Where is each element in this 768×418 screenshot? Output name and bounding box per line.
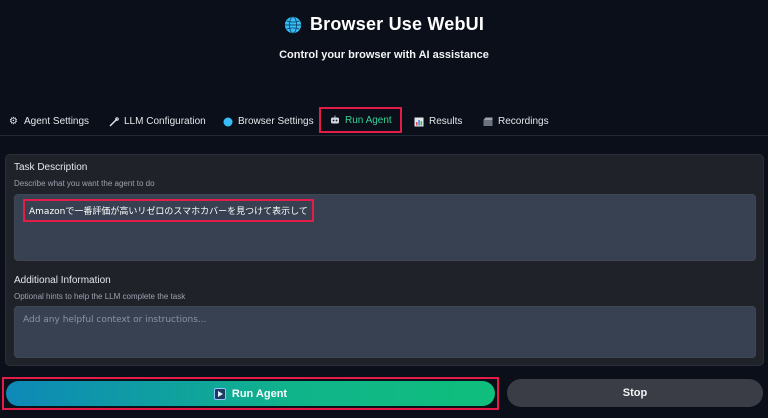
robot-icon <box>329 115 340 126</box>
stop-button[interactable]: Stop <box>507 379 763 407</box>
tab-agent-settings[interactable]: ⚙ Agent Settings <box>8 108 89 135</box>
globe-icon <box>222 116 233 127</box>
film-icon <box>482 116 493 127</box>
wrench-icon <box>108 116 119 127</box>
task-description-input[interactable]: Amazonで一番評価が高いリゼロのスマホカバーを見つけて表示して <box>14 194 756 261</box>
chart-icon <box>413 116 424 127</box>
tab-label: Browser Settings <box>238 116 314 127</box>
globe-icon <box>284 15 302 34</box>
additional-info-hint: Optional hints to help the LLM complete … <box>14 292 186 301</box>
run-agent-label: Run Agent <box>231 387 288 400</box>
app-subtitle: Control your browser with AI assistance <box>279 49 489 61</box>
tab-results[interactable]: Results <box>413 108 462 135</box>
gear-icon: ⚙ <box>9 116 18 127</box>
run-agent-button[interactable]: Run Agent <box>6 381 495 406</box>
tab-bar: ⚙ Agent Settings LLM Configuration Brows… <box>0 107 768 136</box>
tab-label: Run Agent <box>345 114 392 126</box>
tab-llm-configuration[interactable]: LLM Configuration <box>108 108 206 135</box>
tab-label: Recordings <box>498 116 549 127</box>
tab-recordings[interactable]: Recordings <box>482 108 549 135</box>
app-title: Browser Use WebUI <box>309 14 485 34</box>
play-icon <box>213 387 226 400</box>
tab-label: Agent Settings <box>24 116 90 127</box>
task-description-value: Amazonで一番評価が高いリゼロのスマホカバーを見つけて表示して <box>23 199 314 222</box>
additional-info-placeholder: Add any helpful context or instructions.… <box>23 315 207 325</box>
tab-browser-settings[interactable]: Browser Settings <box>222 108 314 135</box>
task-description-hint: Describe what you want the agent to do <box>14 179 155 188</box>
tab-label: LLM Configuration <box>124 116 206 127</box>
run-agent-button-highlight: Run Agent <box>2 377 499 410</box>
additional-info-input[interactable]: Add any helpful context or instructions.… <box>14 306 756 358</box>
run-agent-panel: Task Description Describe what you want … <box>5 154 764 366</box>
additional-info-label: Additional Information <box>14 275 111 286</box>
tab-label: Results <box>429 116 463 127</box>
tab-run-agent[interactable]: Run Agent <box>319 107 402 133</box>
stop-label: Stop <box>622 387 648 399</box>
task-description-label: Task Description <box>14 162 88 173</box>
title-row: Browser Use WebUI <box>0 14 768 35</box>
